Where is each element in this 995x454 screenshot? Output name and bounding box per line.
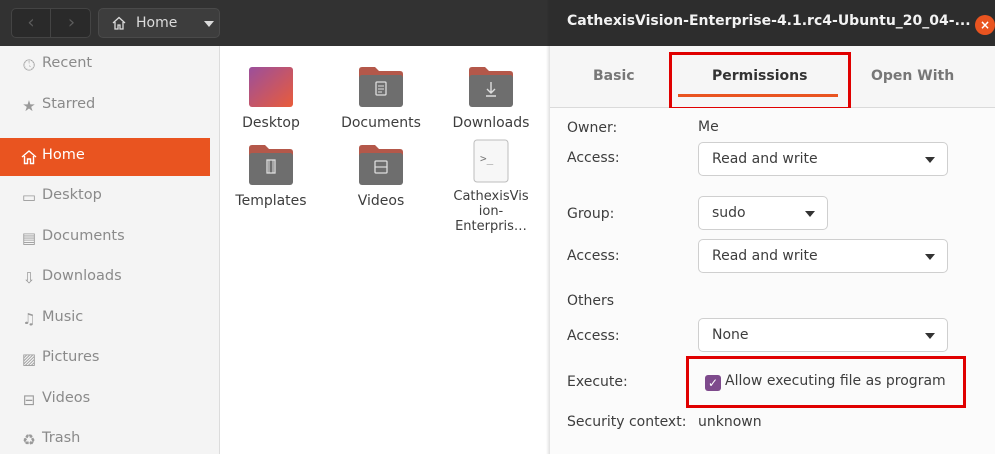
group-access-select[interactable]: Read and write	[698, 239, 948, 273]
sidebar-item-label: Pictures	[42, 349, 100, 365]
file-item-videos[interactable]: Videos	[331, 142, 431, 209]
highlight-box-permissions	[669, 52, 851, 110]
sidebar-item-label: Documents	[42, 228, 125, 244]
sidebar-item-label: Trash	[42, 430, 81, 446]
sidebar-item-label: Music	[42, 309, 84, 325]
sidebar-item-starred[interactable]: ★ Starred	[0, 87, 210, 125]
dialog-titlebar: CathexisVision-Enterprise-4.1.rc4-Ubuntu…	[550, 0, 995, 46]
star-icon: ★	[22, 97, 36, 115]
security-context-label: Security context:	[567, 414, 687, 430]
file-name-line: Enterpris…	[455, 219, 527, 234]
file-name: Downloads	[452, 115, 530, 131]
chevron-down-icon	[925, 157, 935, 163]
path-bar-home-button[interactable]: Home	[98, 8, 220, 38]
others-access-value: None	[712, 327, 749, 343]
forward-button[interactable]: ›	[52, 9, 91, 37]
file-grid: Desktop Documents Downloads Templates Vi…	[221, 46, 550, 454]
home-icon	[21, 150, 37, 165]
group-access-label: Access:	[567, 248, 620, 264]
file-item-cathexis-installer[interactable]: >_ CathexisVis ion- Enterpris…	[441, 138, 541, 234]
downloads-folder-icon	[469, 67, 513, 107]
desktop-icon: ▭	[21, 188, 37, 206]
sidebar-item-desktop[interactable]: ▭ Desktop	[0, 178, 210, 216]
group-label: Group:	[567, 206, 615, 222]
sidebar-item-label: Downloads	[42, 268, 122, 284]
sidebar-item-videos[interactable]: ⊟ Videos	[0, 381, 210, 419]
chevron-down-icon	[805, 211, 815, 217]
group-value: sudo	[712, 205, 746, 221]
home-icon	[112, 16, 126, 30]
video-icon: ⊟	[22, 391, 36, 409]
file-name-line: CathexisVis	[453, 189, 529, 204]
chevron-down-icon	[925, 333, 935, 339]
tab-basic[interactable]: Basic	[593, 68, 635, 84]
sidebar-item-documents[interactable]: ▤ Documents	[0, 219, 210, 257]
file-item-downloads[interactable]: Downloads	[441, 64, 541, 131]
sidebar-item-label: Starred	[42, 96, 96, 112]
others-access-select[interactable]: None	[698, 318, 948, 352]
sidebar-item-label: Home	[42, 147, 85, 163]
file-manager-header: ‹ › Home	[0, 0, 550, 46]
file-name-line: ion-	[478, 204, 504, 219]
music-icon: ♫	[22, 310, 36, 328]
security-context-value: unknown	[698, 414, 762, 430]
script-file-icon: >_	[473, 139, 509, 183]
file-item-desktop[interactable]: Desktop	[221, 64, 321, 131]
file-name: Documents	[341, 115, 421, 131]
document-icon: ▤	[21, 229, 37, 247]
sidebar-item-trash[interactable]: ♻ Trash	[0, 421, 210, 454]
file-name: Videos	[357, 193, 405, 209]
sidebar-item-pictures[interactable]: ▨ Pictures	[0, 340, 210, 378]
sidebar-item-label: Desktop	[42, 187, 102, 203]
trash-icon: ♻	[22, 431, 36, 449]
path-label: Home	[136, 15, 178, 31]
close-icon[interactable]: ×	[975, 15, 995, 35]
sidebar-item-recent[interactable]: 🕔︎ Recent	[0, 46, 210, 84]
file-name: CathexisVis ion- Enterpris…	[441, 189, 541, 234]
others-label: Others	[567, 293, 615, 309]
chevron-down-icon[interactable]	[204, 21, 214, 27]
documents-folder-icon	[359, 67, 403, 107]
templates-folder-icon	[249, 145, 293, 185]
others-access-label: Access:	[567, 328, 620, 344]
nav-button-group: ‹ ›	[11, 8, 91, 38]
picture-icon: ▨	[21, 350, 37, 368]
file-item-templates[interactable]: Templates	[221, 142, 321, 209]
svg-text:>_: >_	[480, 152, 494, 165]
sidebar-item-home[interactable]: Home	[0, 138, 210, 176]
group-access-value: Read and write	[712, 248, 818, 264]
sidebar-item-music[interactable]: ♫ Music	[0, 300, 210, 338]
sidebar-item-downloads[interactable]: ⇩ Downloads	[0, 259, 210, 297]
clock-icon: 🕔︎	[23, 56, 35, 74]
owner-label: Owner:	[567, 120, 618, 136]
tab-open-with[interactable]: Open With	[871, 68, 954, 84]
dialog-title: CathexisVision-Enterprise-4.1.rc4-Ubuntu…	[567, 13, 971, 29]
group-select[interactable]: sudo	[698, 196, 828, 230]
download-icon: ⇩	[22, 269, 36, 287]
file-name: Desktop	[242, 115, 300, 131]
desktop-folder-icon	[249, 67, 293, 107]
owner-value: Me	[698, 119, 719, 135]
execute-label: Execute:	[567, 374, 628, 390]
sidebar-item-label: Recent	[42, 55, 93, 71]
owner-access-value: Read and write	[712, 151, 818, 167]
sidebar-item-label: Videos	[42, 390, 91, 406]
owner-access-select[interactable]: Read and write	[698, 142, 948, 176]
back-button[interactable]: ‹	[12, 9, 51, 37]
file-name: Templates	[235, 193, 307, 209]
owner-access-label: Access:	[567, 150, 620, 166]
file-item-documents[interactable]: Documents	[331, 64, 431, 131]
highlight-box-execute	[686, 356, 966, 408]
videos-folder-icon	[359, 145, 403, 185]
chevron-down-icon	[925, 254, 935, 260]
sidebar: 🕔︎ Recent ★ Starred Home ▭ Desktop ▤ Doc…	[0, 46, 220, 454]
